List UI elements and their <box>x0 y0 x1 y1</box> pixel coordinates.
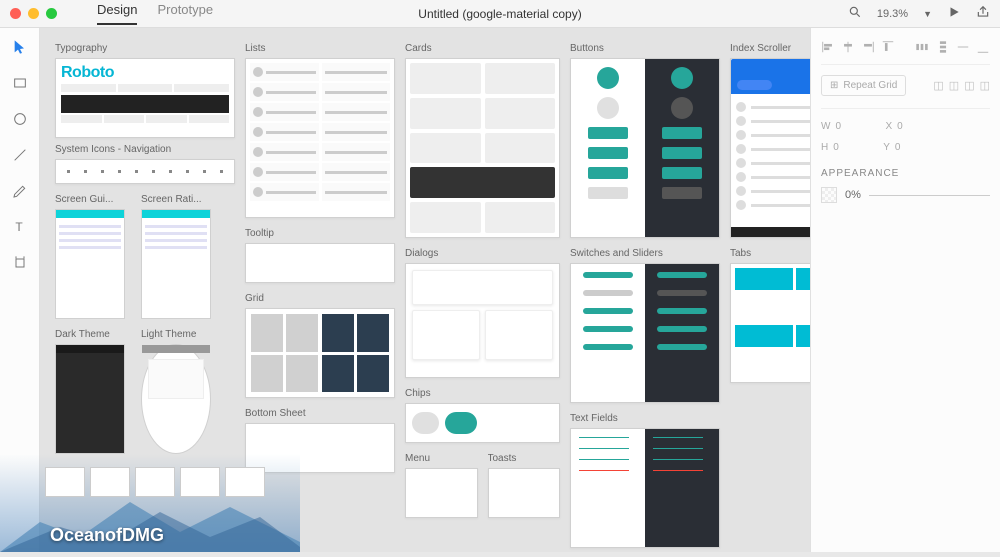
artboard-text-fields[interactable]: Text Fields <box>570 413 720 548</box>
appearance-label: APPEARANCE <box>821 168 990 179</box>
artboard-screen-gui[interactable] <box>55 209 125 319</box>
align-right-icon[interactable] <box>861 38 875 56</box>
align-left-icon[interactable] <box>821 38 835 56</box>
artboard-tool[interactable] <box>11 254 29 272</box>
chip-teal <box>445 412 477 434</box>
opacity-swatch[interactable] <box>821 187 837 203</box>
artboard-typography[interactable]: Typography Roboto <box>55 43 235 138</box>
left-toolbar: T <box>0 28 40 552</box>
grid-icon: ⊞ <box>830 80 838 91</box>
properties-panel: ⊞Repeat Grid ◫ ◫ ◫ ◫ W0 X0 H0 Y0 APPEARA… <box>810 28 1000 552</box>
ellipse-tool[interactable] <box>11 110 29 128</box>
height-input[interactable]: 0 <box>833 142 863 153</box>
distribute-v-icon[interactable] <box>936 38 950 56</box>
artboard-bottom-sheet[interactable]: Bottom Sheet <box>245 408 395 473</box>
pen-tool[interactable] <box>11 182 29 200</box>
rectangle-tool[interactable] <box>11 74 29 92</box>
tab-prototype[interactable]: Prototype <box>157 2 213 25</box>
opacity-value[interactable]: 0% <box>845 189 861 201</box>
artboard-switches[interactable]: Switches and Sliders <box>570 248 720 403</box>
zoom-level[interactable]: 19.3% <box>877 8 908 20</box>
svg-text:T: T <box>15 220 23 234</box>
play-icon[interactable] <box>947 5 961 22</box>
select-tool[interactable] <box>11 38 29 56</box>
artboard-toasts[interactable]: Toasts <box>488 453 561 518</box>
align-bottom-icon[interactable] <box>976 38 990 56</box>
artboard-buttons[interactable]: Buttons <box>570 43 720 238</box>
artboard-menu[interactable]: Menu <box>405 453 478 518</box>
close-window[interactable] <box>10 8 21 19</box>
titlebar: Design Prototype Untitled (google-materi… <box>0 0 1000 28</box>
distribute-h-icon[interactable] <box>915 38 929 56</box>
artboard-index-scroller[interactable]: Index Scroller <box>730 43 810 238</box>
artboard-lists[interactable]: Lists <box>245 43 395 218</box>
repeat-grid-button[interactable]: ⊞Repeat Grid <box>821 75 906 96</box>
roboto-text: Roboto <box>61 64 229 82</box>
maximize-window[interactable] <box>46 8 57 19</box>
line-tool[interactable] <box>11 146 29 164</box>
artboard-light-theme[interactable] <box>141 344 211 454</box>
pathfinder-subtract-icon[interactable]: ◫ <box>949 79 959 92</box>
text-tool[interactable]: T <box>11 218 29 236</box>
artboard-tooltip[interactable]: Tooltip <box>245 228 395 283</box>
tab-design[interactable]: Design <box>97 2 137 25</box>
x-input[interactable]: 0 <box>897 121 927 132</box>
artboard-dialogs[interactable]: Dialogs <box>405 248 560 378</box>
canvas[interactable]: Typography Roboto System Icons - Navigat… <box>40 28 810 552</box>
document-title: Untitled (google-material copy) <box>418 7 581 21</box>
share-icon[interactable] <box>976 5 990 22</box>
chip-gray <box>412 412 439 434</box>
align-middle-icon[interactable] <box>956 38 970 56</box>
align-center-h-icon[interactable] <box>841 38 855 56</box>
artboard-chips[interactable]: Chips <box>405 388 560 443</box>
width-input[interactable]: 0 <box>835 121 865 132</box>
window-controls <box>10 8 57 19</box>
artboard-screen-ratio[interactable] <box>141 209 211 319</box>
artboard-tabs[interactable]: Tabs <box>730 248 810 383</box>
artboard-grid[interactable]: Grid <box>245 293 395 398</box>
pathfinder-intersect-icon[interactable]: ◫ <box>964 79 974 92</box>
pathfinder-exclude-icon[interactable]: ◫ <box>980 79 990 92</box>
minimize-window[interactable] <box>28 8 39 19</box>
search-icon[interactable] <box>848 5 862 22</box>
align-top-icon[interactable] <box>881 38 895 56</box>
artboard-system-icons[interactable]: System Icons - Navigation <box>55 144 235 184</box>
y-input[interactable]: 0 <box>895 142 925 153</box>
mode-tabs: Design Prototype <box>97 2 213 25</box>
artboard-cards[interactable]: Cards <box>405 43 560 238</box>
pathfinder-add-icon[interactable]: ◫ <box>933 79 943 92</box>
artboard-dark-theme[interactable] <box>55 344 125 454</box>
opacity-slider[interactable] <box>869 195 990 196</box>
